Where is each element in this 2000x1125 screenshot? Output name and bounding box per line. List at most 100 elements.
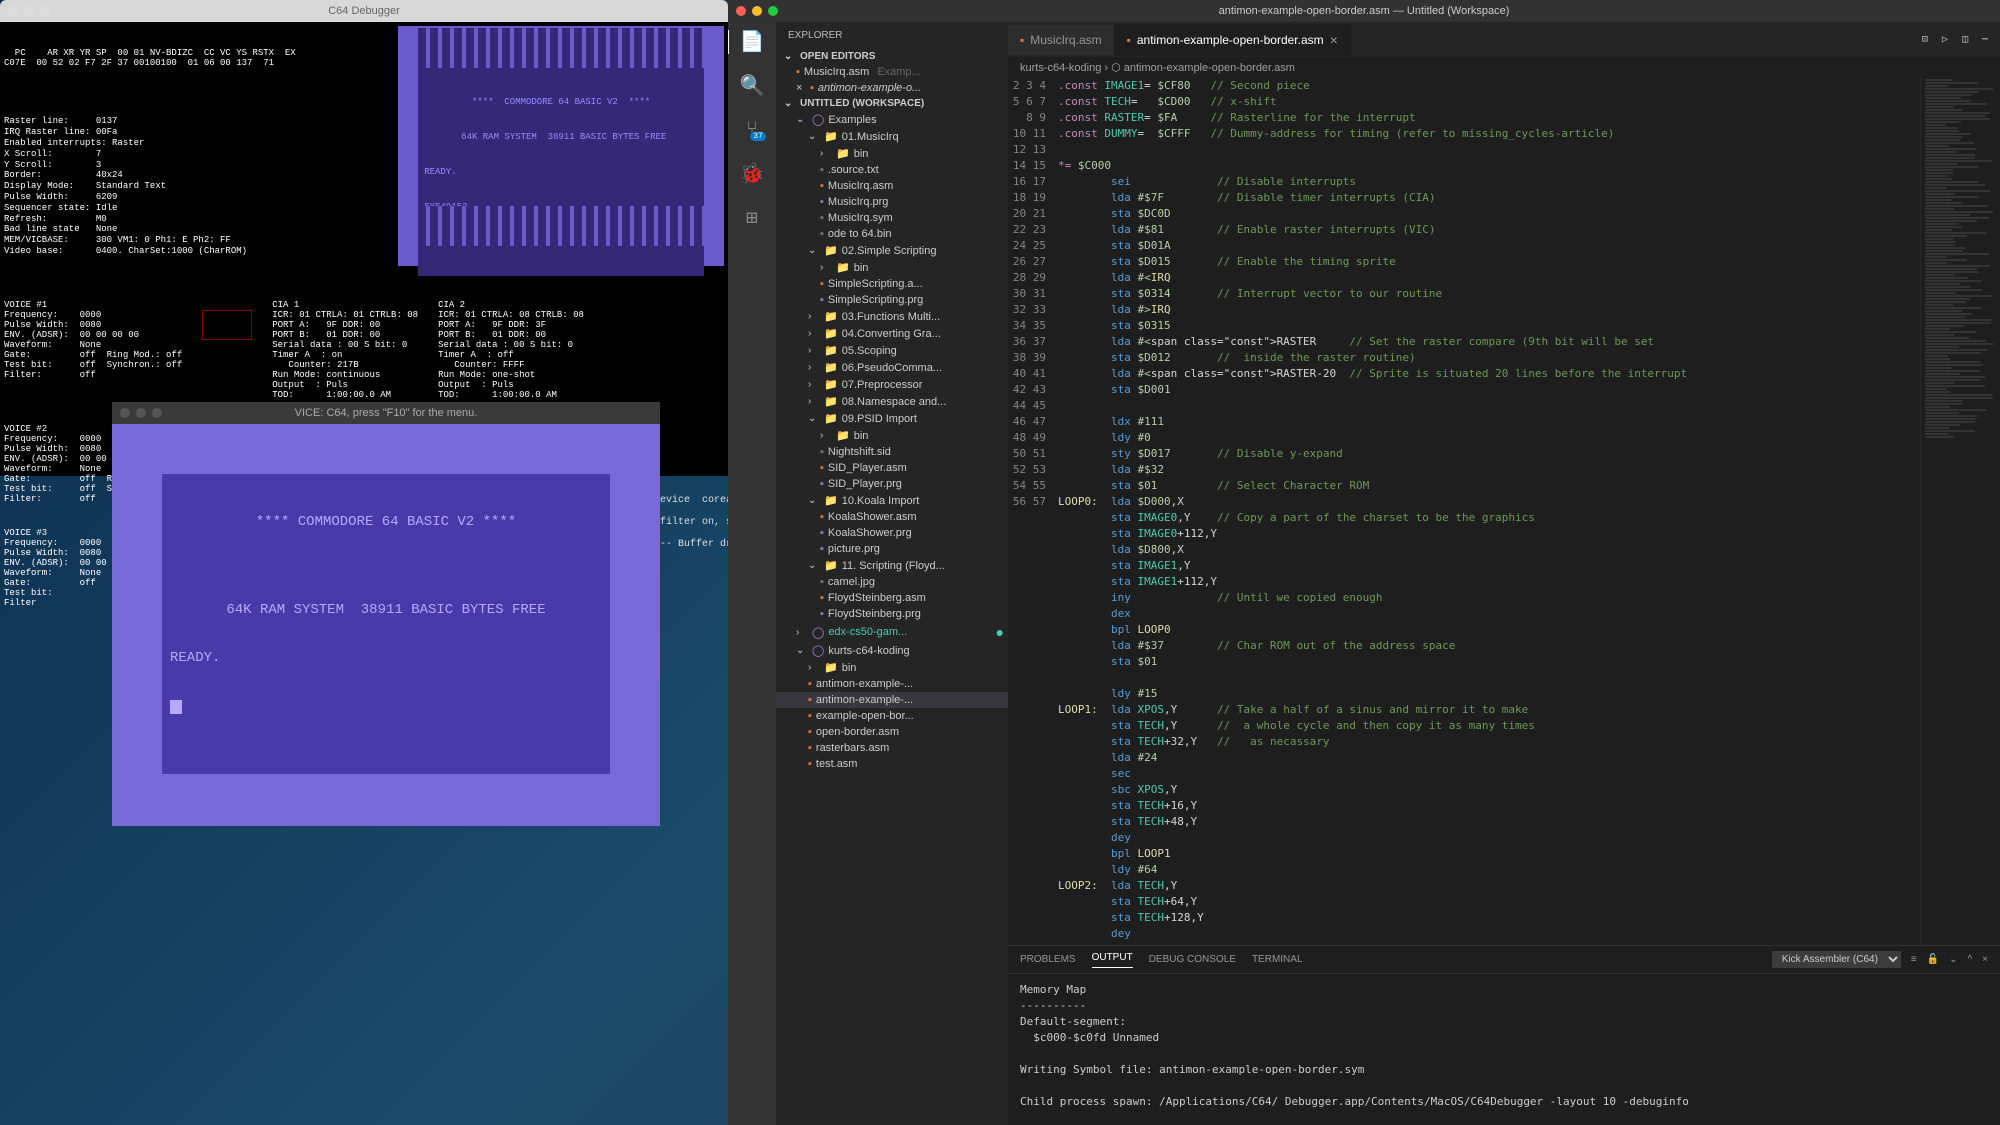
maximize-icon[interactable]: ^ bbox=[1967, 954, 1972, 965]
tree-folder[interactable]: ›📁bin bbox=[776, 659, 1008, 676]
more-icon[interactable]: ⋯ bbox=[1982, 34, 1988, 46]
tab-antimon[interactable]: ▪antimon-example-open-border.asm× bbox=[1115, 24, 1351, 56]
tree-file[interactable]: ▪test.asm bbox=[776, 756, 1008, 772]
editor-item[interactable]: ▪MusicIrq.asmExamp... bbox=[776, 64, 1008, 80]
compare-icon[interactable]: ⊡ bbox=[1922, 34, 1928, 46]
tree-file[interactable]: ▪FloydSteinberg.asm bbox=[776, 590, 1008, 606]
vice-ram: 64K RAM SYSTEM 38911 BASIC BYTES FREE bbox=[170, 602, 602, 618]
tree-folder[interactable]: ›📁03.Functions Multi... bbox=[776, 308, 1008, 325]
explorer-icon[interactable]: 📄 bbox=[728, 30, 775, 54]
close-panel-icon[interactable]: × bbox=[1982, 954, 1988, 965]
output-tab[interactable]: OUTPUT bbox=[1092, 952, 1133, 968]
tree-file[interactable]: ▪KoalaShower.asm bbox=[776, 509, 1008, 525]
tree-file[interactable]: ▪FloydSteinberg.prg bbox=[776, 606, 1008, 622]
extensions-icon[interactable]: ⊞ bbox=[740, 206, 764, 230]
search-icon[interactable]: 🔍 bbox=[740, 74, 764, 98]
tree-folder[interactable]: ›📁06.PseudoComma... bbox=[776, 359, 1008, 376]
debug-console-tab[interactable]: DEBUG CONSOLE bbox=[1149, 954, 1236, 965]
cpu-registers: PC AR XR YR SP 00 01 NV-BDIZC CC VC YS R… bbox=[4, 48, 398, 70]
tree-folder[interactable]: ›📁bin bbox=[776, 259, 1008, 276]
vice-title: VICE: C64, press "F10" for the menu. bbox=[295, 407, 478, 419]
breadcrumb[interactable]: kurts-c64-koding › ⬡ antimon-example-ope… bbox=[1008, 57, 2000, 78]
tree-file[interactable]: ▪MusicIrq.sym bbox=[776, 210, 1008, 226]
tree-file[interactable]: ▪picture.prg bbox=[776, 541, 1008, 557]
tree-folder[interactable]: ›📁04.Converting Gra... bbox=[776, 325, 1008, 342]
minimize-icon[interactable] bbox=[752, 6, 762, 16]
editor-tabs: ▪MusicIrq.asm ▪antimon-example-open-bord… bbox=[1008, 22, 2000, 57]
tree-folder[interactable]: ⌄📁01.MusicIrq bbox=[776, 128, 1008, 145]
debugger-titlebar[interactable]: C64 Debugger bbox=[0, 0, 728, 22]
tree-file[interactable]: ▪rasterbars.asm bbox=[776, 740, 1008, 756]
cursor-icon bbox=[170, 700, 182, 714]
close-icon[interactable]: × bbox=[1330, 32, 1338, 48]
tree-file[interactable]: ▪SimpleScripting.prg bbox=[776, 292, 1008, 308]
tree-folder[interactable]: ›📁08.Namespace and... bbox=[776, 393, 1008, 410]
open-editors-section[interactable]: ⌄OPEN EDITORS bbox=[776, 49, 1008, 64]
explorer-header: EXPLORER bbox=[776, 22, 1008, 49]
close-icon[interactable] bbox=[120, 408, 130, 418]
tree-file[interactable]: ▪antimon-example-... bbox=[776, 676, 1008, 692]
maximize-icon[interactable] bbox=[152, 408, 162, 418]
vice-window: VICE: C64, press "F10" for the menu. ***… bbox=[112, 402, 660, 826]
minimap[interactable] bbox=[1920, 78, 2000, 945]
tree-file-active[interactable]: ▪antimon-example-... bbox=[776, 692, 1008, 708]
tree-file[interactable]: ▪SimpleScripting.a... bbox=[776, 276, 1008, 292]
tree-file[interactable]: ▪MusicIrq.prg bbox=[776, 194, 1008, 210]
scm-icon[interactable]: ⑂37 bbox=[740, 118, 764, 142]
tree-folder[interactable]: ›📁07.Preprocessor bbox=[776, 376, 1008, 393]
activity-bar: 📄 🔍 ⑂37 🐞 ⊞ bbox=[728, 22, 776, 1125]
tree-file[interactable]: ▪SID_Player.asm bbox=[776, 460, 1008, 476]
vscode-titlebar[interactable]: antimon-example-open-border.asm — Untitl… bbox=[728, 0, 2000, 22]
voice1: VOICE #1 Frequency: 0000 Pulse Width: 00… bbox=[4, 300, 182, 400]
collapse-icon[interactable]: ⌄ bbox=[1949, 954, 1957, 965]
maximize-icon[interactable] bbox=[40, 6, 50, 16]
tree-file[interactable]: ▪camel.jpg bbox=[776, 574, 1008, 590]
editor-area: ▪MusicIrq.asm ▪antimon-example-open-bord… bbox=[1008, 22, 2000, 1125]
tree-file[interactable]: ▪KoalaShower.prg bbox=[776, 525, 1008, 541]
minimize-icon[interactable] bbox=[24, 6, 34, 16]
tree-folder[interactable]: ⌄◯kurts-c64-koding bbox=[776, 642, 1008, 659]
traffic-lights bbox=[736, 6, 778, 16]
tree-folder[interactable]: ›📁bin bbox=[776, 427, 1008, 444]
close-icon[interactable] bbox=[8, 6, 18, 16]
tree-folder[interactable]: ⌄◯Examples bbox=[776, 111, 1008, 128]
maximize-icon[interactable] bbox=[768, 6, 778, 16]
vice-ready: READY. bbox=[170, 650, 602, 666]
terminal-tab[interactable]: TERMINAL bbox=[1252, 954, 1303, 965]
tree-file[interactable]: ▪MusicIrq.asm bbox=[776, 178, 1008, 194]
tree-folder[interactable]: ›📁bin bbox=[776, 145, 1008, 162]
tree-file[interactable]: ▪example-open-bor... bbox=[776, 708, 1008, 724]
minimize-icon[interactable] bbox=[136, 408, 146, 418]
close-icon[interactable] bbox=[736, 6, 746, 16]
output-channel-select[interactable]: Kick Assembler (C64) bbox=[1772, 951, 1901, 968]
cia1: CIA 1 ICR: 01 CTRLA: 01 CTRLB: 08 PORT A… bbox=[272, 300, 418, 400]
tree-file[interactable]: ▪ode to 64.bin bbox=[776, 226, 1008, 242]
tree-file[interactable]: ▪open-border.asm bbox=[776, 724, 1008, 740]
vice-banner: **** COMMODORE 64 BASIC V2 **** bbox=[170, 514, 602, 530]
debug-icon[interactable]: 🐞 bbox=[740, 162, 764, 186]
debug-info: Raster line: 0137 IRQ Raster line: 00Fa … bbox=[4, 116, 398, 256]
workspace-section[interactable]: ⌄UNTITLED (WORKSPACE) bbox=[776, 96, 1008, 111]
tree-folder[interactable]: ›◯edx-cs50-gam...● bbox=[776, 622, 1008, 642]
vscode-title: antimon-example-open-border.asm — Untitl… bbox=[1219, 5, 1510, 17]
line-numbers: 2 3 4 5 6 7 8 9 10 11 12 13 14 15 16 17 … bbox=[1008, 78, 1058, 945]
clear-icon[interactable]: ≡ bbox=[1911, 954, 1917, 965]
run-icon[interactable]: ▷ bbox=[1942, 34, 1948, 46]
debugger-title: C64 Debugger bbox=[328, 5, 400, 17]
tree-folder[interactable]: ⌄📁09.PSID Import bbox=[776, 410, 1008, 427]
tree-file[interactable]: ▪Nightshift.sid bbox=[776, 444, 1008, 460]
vice-titlebar[interactable]: VICE: C64, press "F10" for the menu. bbox=[112, 402, 660, 424]
problems-tab[interactable]: PROBLEMS bbox=[1020, 954, 1076, 965]
lock-icon[interactable]: 🔓 bbox=[1927, 954, 1939, 965]
tree-folder[interactable]: ⌄📁10.Koala Import bbox=[776, 492, 1008, 509]
tree-file[interactable]: ▪.source.txt bbox=[776, 162, 1008, 178]
tree-file[interactable]: ▪SID_Player.prg bbox=[776, 476, 1008, 492]
tree-folder[interactable]: ›📁05.Scoping bbox=[776, 342, 1008, 359]
tree-folder[interactable]: ⌄📁02.Simple Scripting bbox=[776, 242, 1008, 259]
editor-item[interactable]: ×▪antimon-example-o... bbox=[776, 80, 1008, 96]
code-content[interactable]: .const IMAGE1= $CF80 // Second piece .co… bbox=[1058, 78, 1920, 945]
tab-musicirq[interactable]: ▪MusicIrq.asm bbox=[1008, 25, 1115, 55]
tree-folder[interactable]: ⌄📁11. Scripting (Floyd... bbox=[776, 557, 1008, 574]
split-icon[interactable]: ◫ bbox=[1962, 34, 1968, 46]
bottom-panel: PROBLEMS OUTPUT DEBUG CONSOLE TERMINAL K… bbox=[1008, 945, 2000, 1125]
